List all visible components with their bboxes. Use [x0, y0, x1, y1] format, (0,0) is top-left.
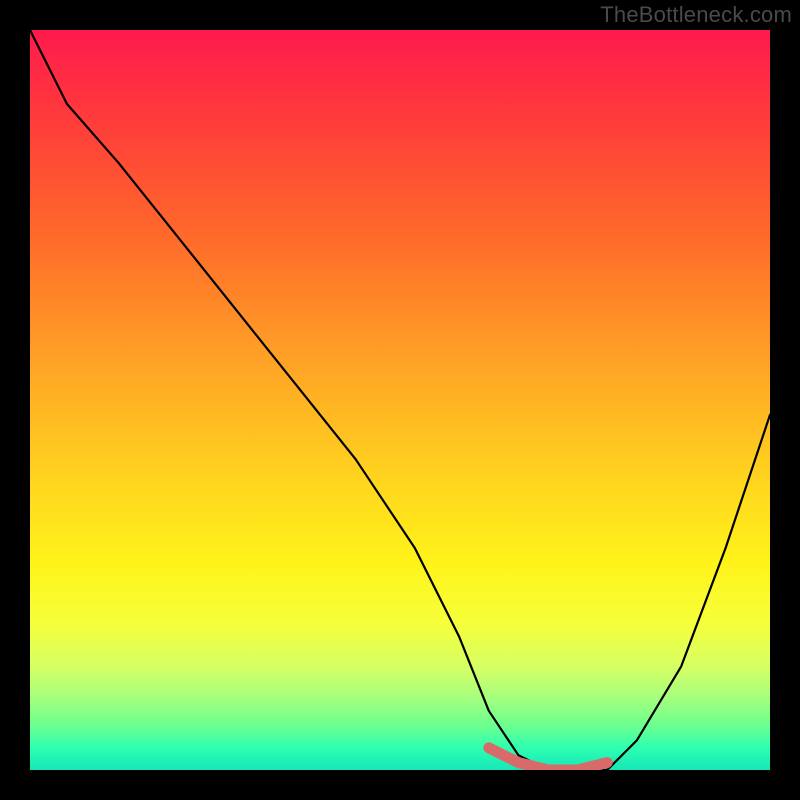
plot-area: [30, 30, 770, 770]
curve-svg: [30, 30, 770, 770]
bottleneck-curve: [30, 30, 770, 770]
chart-frame: TheBottleneck.com: [0, 0, 800, 800]
watermark-text: TheBottleneck.com: [600, 2, 792, 28]
optimal-range-highlight: [489, 748, 607, 770]
